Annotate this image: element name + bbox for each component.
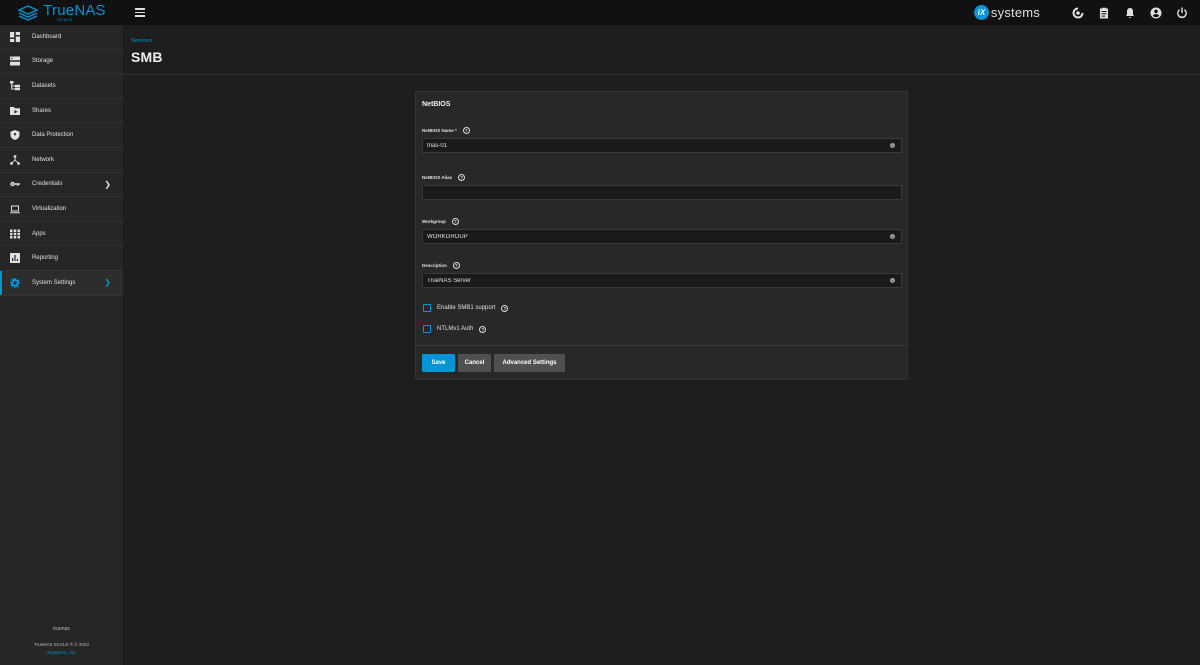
netbios-name-label-text: NetBIOS Name *	[422, 128, 457, 133]
sidebar-item-data-protection[interactable]: Data Protection	[0, 123, 123, 148]
page-header: Services SMB	[123, 25, 1200, 75]
netbios-alias-input[interactable]	[423, 189, 883, 196]
brand-name: TrueNAS	[43, 2, 106, 19]
bell-icon[interactable]	[1124, 7, 1136, 19]
hostname: truenas	[53, 626, 70, 632]
sidebar-item-apps[interactable]: Apps	[0, 222, 123, 247]
help-icon[interactable]: ?	[451, 218, 459, 225]
sidebar-item-credentials[interactable]: Credentials ❯	[0, 173, 123, 198]
description-label-text: Description	[422, 263, 447, 268]
sidebar-item-virtualization[interactable]: Virtualization	[0, 197, 123, 222]
save-button[interactable]: Save	[422, 354, 455, 372]
sidebar-item-label: Dashboard	[32, 33, 62, 40]
advanced-settings-button[interactable]: Advanced Settings	[494, 354, 565, 372]
help-icon[interactable]: ?	[452, 262, 460, 269]
help-icon[interactable]: ?	[501, 304, 509, 312]
description-label: Description ?	[422, 262, 460, 269]
description-input[interactable]	[423, 277, 883, 284]
clear-icon[interactable]: ×	[890, 278, 895, 283]
smb-settings-card: NetBIOS NetBIOS Name * ? × NetBIOS Alias…	[415, 91, 908, 380]
netbios-alias-label: NetBIOS Alias ?	[422, 174, 466, 181]
sidebar-item-shares[interactable]: Shares	[0, 99, 123, 124]
description-field: ×	[422, 273, 902, 288]
sidebar-item-dashboard[interactable]: Dashboard	[0, 25, 123, 50]
help-icon[interactable]: ?	[479, 325, 487, 333]
sidebar-item-label: Virtualization	[32, 205, 67, 212]
divider	[416, 345, 907, 346]
sidebar-item-network[interactable]: Network	[0, 148, 123, 173]
ntlmv1-auth-label: NTLMv1 Auth	[437, 326, 474, 332]
ix-text: systems	[990, 5, 1040, 20]
netbios-name-input[interactable]	[423, 142, 883, 149]
ixsystems-logo[interactable]: iX systems	[973, 5, 1040, 20]
truenas-logo[interactable]: TrueNAS SCALE	[0, 0, 123, 25]
workgroup-field: ×	[422, 229, 902, 244]
workgroup-label: Workgroup ?	[422, 218, 459, 225]
sidebar-item-system-settings[interactable]: System Settings ❯	[0, 270, 123, 296]
sidebar-item-label: Shares	[32, 107, 52, 114]
menu-toggle-icon[interactable]	[135, 6, 149, 20]
cancel-button[interactable]: Cancel	[458, 354, 491, 372]
shares-icon	[10, 106, 20, 116]
netbios-name-label: NetBIOS Name * ?	[422, 127, 470, 134]
storage-icon	[10, 56, 20, 66]
network-icon	[10, 154, 20, 165]
dashboard-icon	[10, 31, 20, 42]
clipboard-icon[interactable]	[1098, 7, 1110, 19]
sidebar-item-label: Storage	[32, 58, 54, 65]
sidebar-item-label: Apps	[32, 230, 46, 237]
netbios-alias-field	[422, 185, 902, 200]
company-link[interactable]: iXsystems, Inc.	[0, 650, 123, 655]
enable-smb1-checkbox-row[interactable]: Enable SMB1 support ?	[423, 304, 509, 312]
power-icon[interactable]	[1176, 7, 1188, 19]
ntlmv1-checkbox-row[interactable]: NTLMv1 Auth ?	[423, 325, 487, 333]
sidebar-item-label: Network	[32, 156, 55, 163]
sidebar-item-label: Credentials	[32, 181, 63, 188]
sidebar-item-label: Datasets	[32, 82, 56, 89]
breadcrumb-services[interactable]: Services	[131, 38, 152, 44]
enable-smb1-label: Enable SMB1 support	[437, 305, 496, 311]
sidebar-item-reporting[interactable]: Reporting	[0, 246, 123, 271]
reporting-icon	[10, 253, 20, 264]
chevron-right-icon: ❯	[104, 179, 111, 189]
apps-icon	[10, 229, 20, 239]
workgroup-label-text: Workgroup	[422, 219, 446, 224]
account-icon[interactable]	[1150, 7, 1162, 19]
datasets-icon	[10, 80, 20, 91]
truenas-logo-icon	[17, 4, 39, 21]
laptop-icon	[10, 204, 20, 214]
clear-icon[interactable]: ×	[890, 143, 895, 148]
sidebar-item-label: Data Protection	[32, 132, 74, 139]
enable-smb1-checkbox[interactable]	[423, 304, 431, 312]
sidebar-item-storage[interactable]: Storage	[0, 50, 123, 75]
workgroup-input[interactable]	[423, 233, 883, 240]
sidebar: Dashboard Storage Datasets Shares Data P…	[0, 25, 123, 665]
sidebar-item-label: System Settings	[32, 279, 76, 286]
top-bar: TrueNAS SCALE iX systems	[0, 0, 1200, 25]
netbios-alias-label-text: NetBIOS Alias	[422, 175, 453, 180]
help-icon[interactable]: ?	[458, 174, 466, 181]
section-title: NetBIOS	[422, 101, 451, 108]
chevron-right-icon: ❯	[104, 278, 111, 288]
help-icon[interactable]: ?	[462, 127, 470, 134]
netbios-name-field: ×	[422, 138, 902, 153]
key-icon	[10, 179, 20, 189]
page-title: SMB	[131, 49, 163, 65]
truecommand-icon[interactable]	[1072, 7, 1084, 19]
sidebar-item-label: Reporting	[32, 255, 59, 262]
sidebar-item-datasets[interactable]: Datasets	[0, 74, 123, 99]
brand-edition: SCALE	[57, 17, 73, 22]
ix-mark: iX	[973, 5, 989, 20]
copyright-text: TrueNAS SCALE ® © 2023	[34, 642, 89, 647]
gear-icon	[10, 277, 20, 288]
clear-icon[interactable]: ×	[890, 234, 895, 239]
sidebar-footer: truenas TrueNAS SCALE ® © 2023 iXsystems…	[0, 626, 123, 665]
shield-icon	[10, 130, 20, 141]
ntlmv1-auth-checkbox[interactable]	[423, 325, 431, 333]
